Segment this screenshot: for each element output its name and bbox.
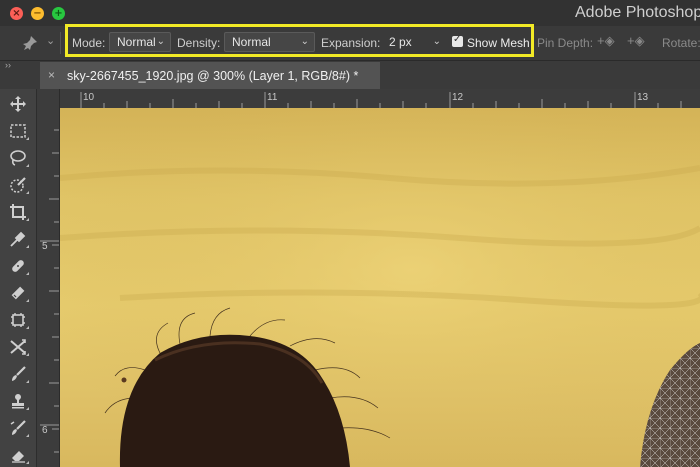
highlight-box [65, 24, 534, 57]
move-icon[interactable] [9, 95, 27, 113]
ruler-ticks [80, 92, 682, 108]
document-canvas[interactable] [60, 108, 700, 467]
crop-icon[interactable] [9, 203, 29, 221]
pin-forward-icon[interactable]: +◈ [597, 33, 615, 49]
ruler-label-v: 5 [42, 241, 48, 252]
document-tab-title: sky-2667455_1920.jpg @ 300% (Layer 1, RG… [67, 69, 359, 83]
content-aware-move-icon[interactable] [9, 338, 29, 356]
pin-backward-icon[interactable]: +◈ [627, 33, 645, 49]
pin-depth-label: Pin Depth: [537, 36, 594, 50]
eyedropper-icon[interactable] [9, 230, 29, 248]
spot-healing-icon[interactable] [9, 257, 29, 275]
rotate-label: Rotate: [662, 36, 700, 50]
close-window-button[interactable]: × [10, 7, 23, 20]
ruler-label-h: 11 [267, 92, 278, 103]
mixer-brush-icon[interactable] [9, 419, 29, 437]
ruler-label-h: 12 [452, 92, 464, 103]
canvas-photo [60, 108, 700, 467]
lasso-icon[interactable] [9, 149, 29, 167]
clone-stamp-icon[interactable] [9, 311, 29, 329]
close-tab-icon[interactable]: × [48, 68, 55, 82]
quick-select-icon[interactable] [9, 176, 29, 194]
horizontal-ruler[interactable]: 10 11 12 13 [59, 89, 700, 109]
minimize-window-button[interactable]: − [31, 7, 44, 20]
ruler-label-h: 13 [637, 92, 649, 103]
brush-icon[interactable] [9, 284, 29, 302]
ruler-label-h: 10 [83, 92, 95, 103]
maximize-window-button[interactable]: + [52, 7, 65, 20]
stamp-icon[interactable] [9, 392, 29, 410]
vertical-ruler[interactable]: 5 6 [37, 89, 60, 467]
ruler-label-v: 6 [42, 425, 48, 436]
tool-preset-chevron-icon[interactable]: ⌄ [46, 34, 55, 47]
paint-brush-icon[interactable] [9, 365, 29, 383]
options-divider [60, 32, 61, 54]
panel-collapse-icon[interactable]: ›› [5, 60, 11, 70]
marquee-icon[interactable] [9, 122, 29, 140]
pin-icon[interactable] [22, 35, 38, 51]
ruler-ticks [40, 129, 59, 453]
eraser-icon[interactable] [9, 446, 29, 464]
tools-panel [0, 89, 37, 467]
app-title: Adobe Photoshop C [575, 4, 700, 21]
